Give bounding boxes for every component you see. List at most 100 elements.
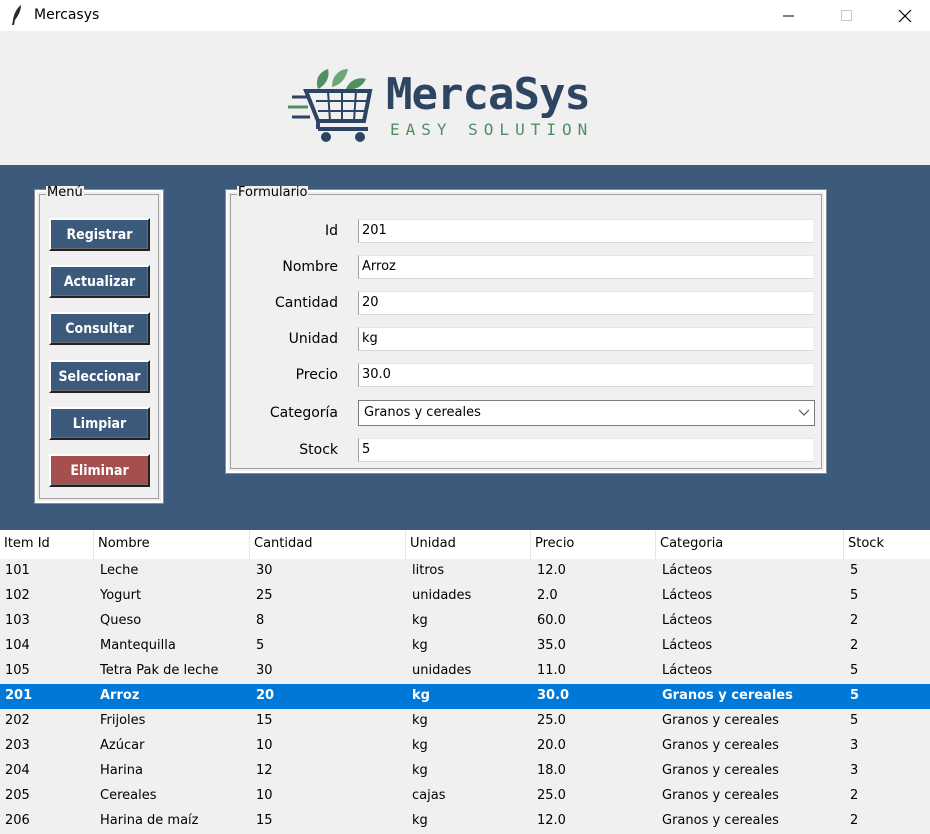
cell-item-id: 105 [5,663,30,678]
column-header-unidad[interactable]: Unidad [406,530,531,559]
cell-unidad: kg [412,638,428,653]
cell-unidad: kg [412,763,428,778]
form-legend: Formulario [237,185,309,200]
products-table: Item Id Nombre Cantidad Unidad Precio Ca… [0,530,930,831]
cell-categoria: Lácteos [662,588,713,603]
maximize-icon [841,9,852,21]
column-header-item-id[interactable]: Item Id [0,530,94,559]
categoria-select[interactable]: Granos y cereales [358,400,815,426]
cell-cantidad: 5 [256,638,265,653]
cell-cantidad: 25 [256,588,273,603]
stock-field[interactable]: 5 [358,438,813,462]
table-row[interactable]: 101 Leche 30 litros 12.0 Lácteos 5 [0,559,930,584]
table-row[interactable]: 105 Tetra Pak de leche 30 unidades 11.0 Lácte… [0,659,930,684]
cell-categoria: Lácteos [662,613,713,628]
cell-stock: 5 [850,688,860,703]
cell-nombre: Mantequilla [100,638,176,653]
cell-precio: 30.0 [537,688,570,703]
consultar-button[interactable]: Consultar [49,312,150,345]
cell-item-id: 201 [5,688,33,703]
cell-stock: 5 [850,588,859,603]
cell-stock: 2 [850,788,859,803]
shopping-cart-icon [288,69,373,142]
cell-cantidad: 30 [256,663,273,678]
cell-precio: 11.0 [537,663,566,678]
cell-cantidad: 10 [256,738,273,753]
close-button[interactable] [882,0,928,31]
cell-item-id: 203 [5,738,30,753]
table-row[interactable]: 104 Mantequilla 5 kg 35.0 Lácteos 2 [0,634,930,659]
id-field[interactable]: 201 [358,219,813,243]
cantidad-label: Cantidad [275,295,338,311]
table-row[interactable]: 204 Harina 12 kg 18.0 Granos y cereales 3 [0,759,930,784]
feather-icon [12,5,21,25]
id-label: Id [324,223,338,239]
cell-stock: 2 [850,613,859,628]
logo-header: MercaSys EASY SOLUTION [0,31,930,165]
cell-cantidad: 12 [256,763,273,778]
table-row[interactable]: 203 Azúcar 10 kg 20.0 Granos y cereales 3 [0,734,930,759]
unidad-label: Unidad [288,331,338,347]
actualizar-button[interactable]: Actualizar [49,265,150,298]
precio-field[interactable]: 30.0 [358,363,813,387]
window-title: Mercasys [34,7,100,23]
table-row[interactable]: 206 Harina de maíz 15 kg 12.0 Granos y cereal… [0,809,930,834]
table-row[interactable]: 201 Arroz 20 kg 30.0 Granos y cereales 5 [0,684,930,709]
cell-categoria: Granos y cereales [662,763,779,778]
column-header-nombre[interactable]: Nombre [94,530,250,559]
eliminar-button[interactable]: Eliminar [49,454,150,487]
cell-precio: 25.0 [537,788,566,803]
precio-label: Precio [295,367,338,383]
cell-unidad: cajas [412,788,446,803]
column-header-categoria[interactable]: Categoria [656,530,844,559]
table-row[interactable]: 202 Frijoles 15 kg 25.0 Granos y cereales 5 [0,709,930,734]
cell-precio: 2.0 [537,588,558,603]
minimize-icon [783,15,794,16]
cell-nombre: Harina de maíz [100,813,199,828]
table-header: Item Id Nombre Cantidad Unidad Precio Ca… [0,530,930,559]
cell-unidad: kg [412,688,430,703]
cell-item-id: 204 [5,763,30,778]
title-bar: Mercasys [0,0,930,31]
cell-item-id: 202 [5,713,30,728]
cell-stock: 2 [850,813,859,828]
registrar-button[interactable]: Registrar [49,218,150,251]
cell-categoria: Granos y cereales [662,713,779,728]
cell-precio: 12.0 [537,813,566,828]
cell-stock: 5 [850,563,859,578]
minimize-button[interactable] [766,0,812,31]
maximize-button[interactable] [824,0,870,31]
cell-cantidad: 8 [256,613,265,628]
column-header-stock[interactable]: Stock [844,530,930,559]
cell-categoria: Granos y cereales [662,738,779,753]
unidad-field[interactable]: kg [358,327,813,351]
brand-name: MercaSys [386,69,591,120]
cell-stock: 5 [850,713,859,728]
table-row[interactable]: 205 Cereales 10 cajas 25.0 Granos y cereales 2 [0,784,930,809]
cell-cantidad: 20 [256,688,275,703]
cell-stock: 2 [850,638,859,653]
table-row[interactable]: 102 Yogurt 25 unidades 2.0 Lácteos 5 [0,584,930,609]
cell-unidad: kg [412,713,428,728]
cantidad-field[interactable]: 20 [358,291,813,315]
cell-precio: 35.0 [537,638,566,653]
categoria-select-value: Granos y cereales [364,405,481,420]
seleccionar-button[interactable]: Seleccionar [49,360,150,393]
nombre-field[interactable]: Arroz [358,255,813,279]
menu-group: Menú Registrar Actualizar Consultar Sele… [34,186,164,504]
table-row[interactable]: 103 Queso 8 kg 60.0 Lácteos 2 [0,609,930,634]
cell-precio: 25.0 [537,713,566,728]
column-header-cantidad[interactable]: Cantidad [250,530,406,559]
cell-nombre: Harina [100,763,143,778]
cell-nombre: Frijoles [100,713,146,728]
cell-nombre: Tetra Pak de leche [100,663,219,678]
cell-stock: 3 [850,738,859,753]
cell-unidad: kg [412,813,428,828]
column-header-precio[interactable]: Precio [531,530,656,559]
cell-categoria: Granos y cereales [662,813,779,828]
cell-stock: 3 [850,763,859,778]
form-group: Formulario Id 201 Nombre Arroz Cantidad … [225,186,827,474]
cell-categoria: Lácteos [662,563,713,578]
limpiar-button[interactable]: Limpiar [49,407,150,440]
close-icon [898,9,912,22]
